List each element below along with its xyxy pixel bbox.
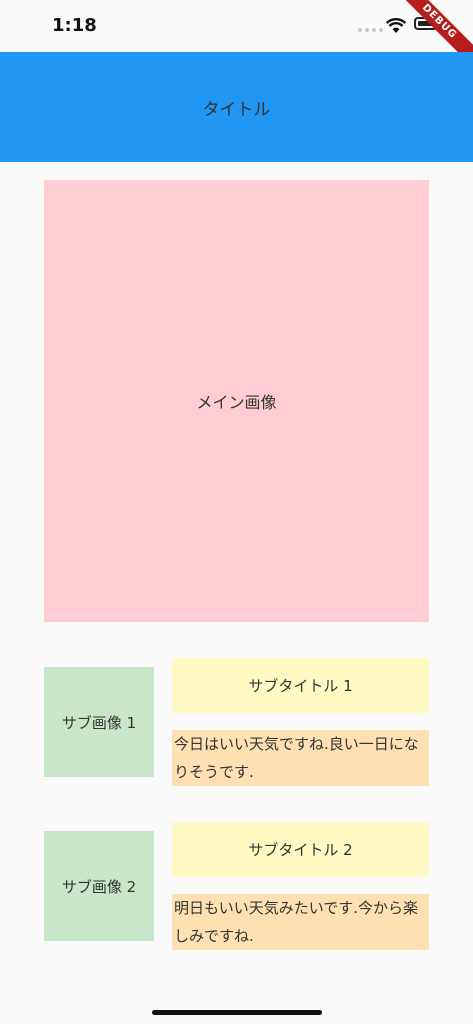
item-text-1: 今日はいい天気ですね.良い一日になりそうです. [172, 730, 429, 786]
sub-image-label: サブ画像 2 [61, 877, 137, 896]
sub-image-2: サブ画像 2 [44, 831, 154, 941]
wifi-icon [386, 18, 406, 33]
home-indicator[interactable] [152, 1010, 322, 1015]
subtitle-label: サブタイトル 2 [248, 841, 353, 859]
sub-image-1: サブ画像 1 [44, 667, 154, 777]
sub-image-label: サブ画像 1 [61, 713, 137, 732]
subtitle-2: サブタイトル 2 [172, 822, 429, 877]
app-bar: タイトル [0, 52, 473, 162]
item-text-2: 明日もいい天気みたいです.今から楽しみですね. [172, 894, 429, 950]
main-image-label: メイン画像 [196, 393, 277, 412]
app-bar-title: タイトル [202, 99, 271, 120]
subtitle-1: サブタイトル 1 [172, 658, 429, 713]
subtitle-label: サブタイトル 1 [248, 677, 353, 695]
cellular-signal-icon [358, 28, 383, 32]
status-bar: 1:18 DEBUG [0, 0, 473, 78]
main-image: メイン画像 [44, 180, 429, 622]
status-time: 1:18 [52, 15, 97, 36]
